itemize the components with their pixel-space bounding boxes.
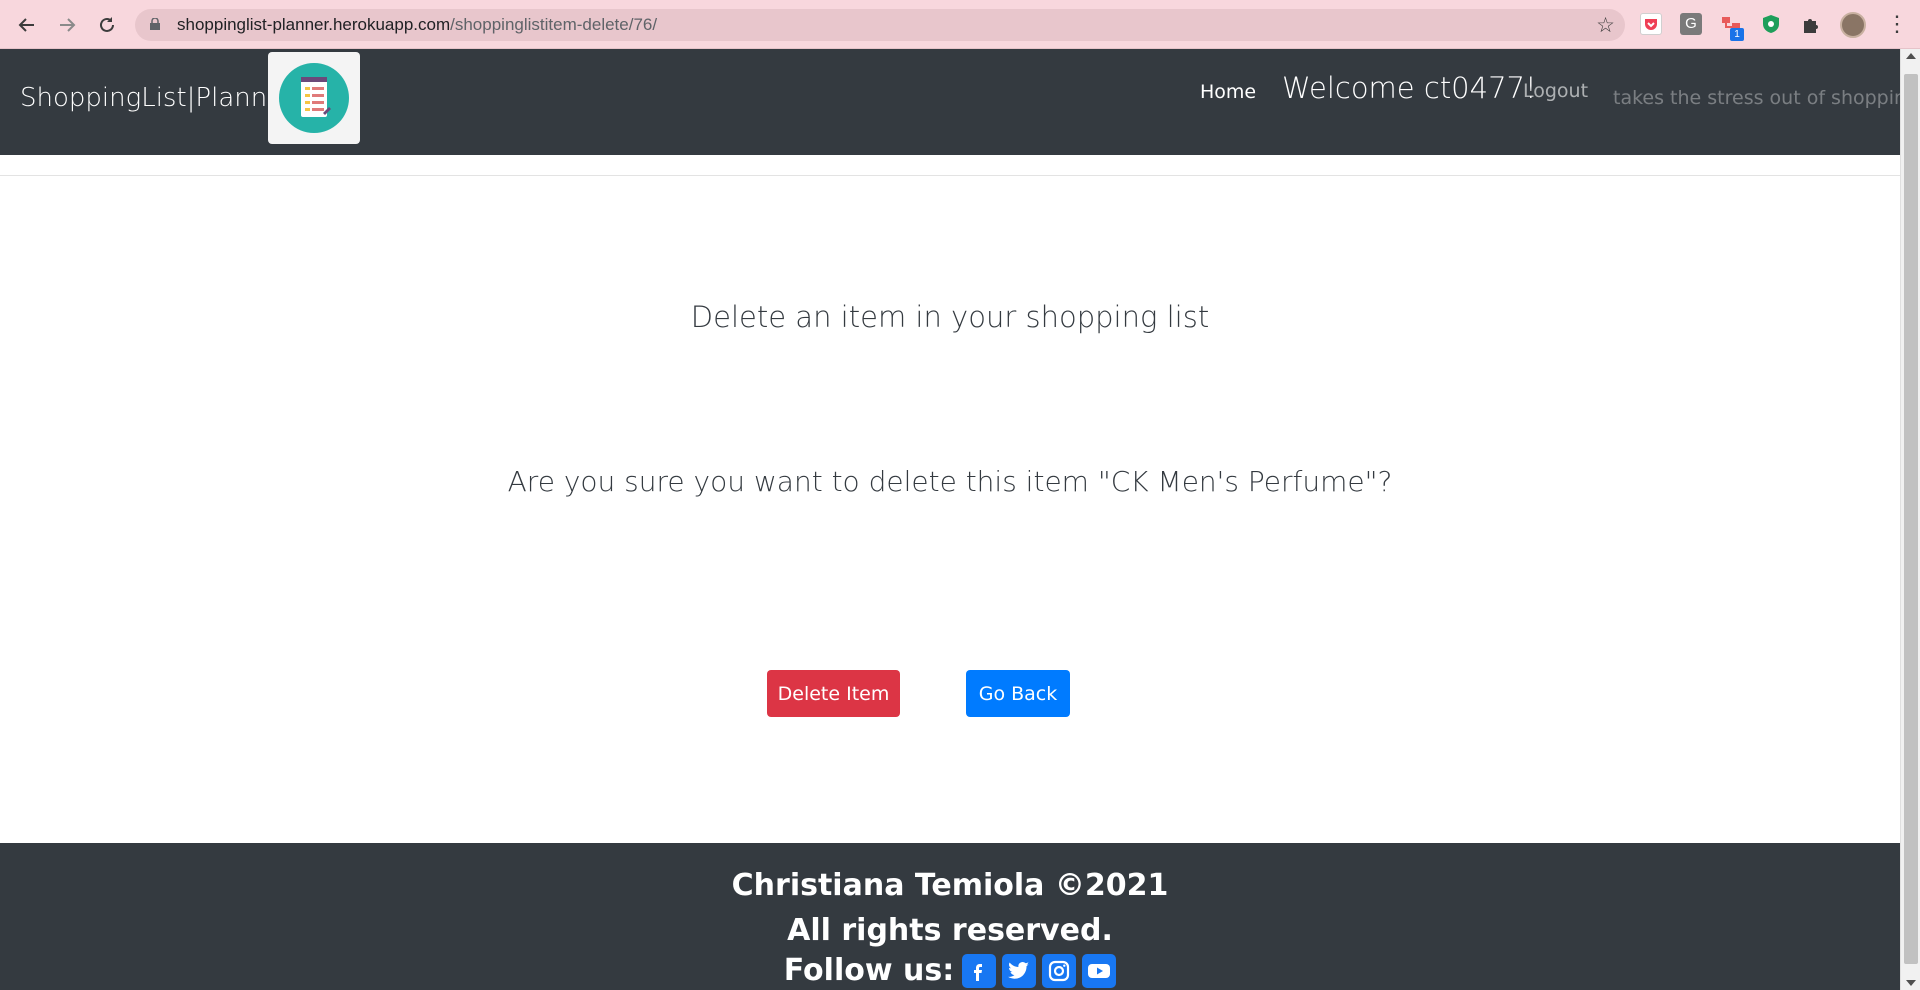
divider xyxy=(0,175,1900,176)
forward-arrow-icon[interactable] xyxy=(54,12,80,38)
address-bar[interactable]: shoppinglist-planner.herokuapp.com/shopp… xyxy=(135,9,1625,41)
site-navbar: ShoppingList|Planner Home Welcome ct0477… xyxy=(0,49,1918,155)
browser-toolbar: shoppinglist-planner.herokuapp.com/shopp… xyxy=(0,0,1920,49)
logo[interactable] xyxy=(268,52,360,144)
welcome-text: Welcome ct0477! xyxy=(1282,71,1537,105)
puzzle-extensions-icon[interactable] xyxy=(1800,13,1822,35)
tagline: takes the stress out of shopping xyxy=(1613,87,1919,109)
url-text: shoppinglist-planner.herokuapp.com/shopp… xyxy=(177,15,658,34)
scroll-up-arrow-icon[interactable] xyxy=(1906,53,1916,59)
brand-name[interactable]: ShoppingList|Planner xyxy=(20,83,294,113)
reload-icon[interactable] xyxy=(94,12,120,38)
footer-copyright: Christiana Temiola ©2021 xyxy=(731,868,1169,903)
confirm-message: Are you sure you want to delete this ite… xyxy=(507,465,1393,498)
page-title: Delete an item in your shopping list xyxy=(690,300,1210,334)
grammar-extension-icon[interactable]: G xyxy=(1680,13,1702,35)
follow-row: Follow us: xyxy=(0,953,1900,988)
go-back-button[interactable]: Go Back xyxy=(966,670,1070,717)
site-footer: Christiana Temiola ©2021 All rights rese… xyxy=(0,843,1900,990)
shopping-list-icon xyxy=(301,77,331,117)
back-arrow-icon[interactable] xyxy=(14,12,40,38)
footer-rights: All rights reserved. xyxy=(787,913,1113,948)
browser-menu-icon[interactable]: ⋮ xyxy=(1886,13,1908,35)
lock-icon xyxy=(150,18,160,30)
scrollbar-thumb[interactable] xyxy=(1904,74,1918,964)
follow-label: Follow us: xyxy=(783,953,955,988)
pocket-extension-icon[interactable] xyxy=(1640,13,1662,35)
facebook-icon[interactable] xyxy=(962,953,997,988)
logo-circle xyxy=(279,63,349,133)
shield-extension-icon[interactable] xyxy=(1760,13,1782,35)
page-scrollbar[interactable] xyxy=(1900,49,1920,990)
instagram-icon[interactable] xyxy=(1042,953,1077,988)
nav-home-link[interactable]: Home xyxy=(1200,81,1256,103)
youtube-icon[interactable] xyxy=(1082,953,1117,988)
profile-avatar[interactable] xyxy=(1840,12,1866,38)
bookmark-star-icon[interactable]: ☆ xyxy=(1596,13,1615,38)
nav-logout-link[interactable]: Logout xyxy=(1523,80,1588,102)
extension-badge: 1 xyxy=(1730,28,1744,41)
delete-item-button[interactable]: Delete Item xyxy=(767,670,900,717)
twitter-icon[interactable] xyxy=(1002,953,1037,988)
scroll-down-arrow-icon[interactable] xyxy=(1906,980,1916,986)
